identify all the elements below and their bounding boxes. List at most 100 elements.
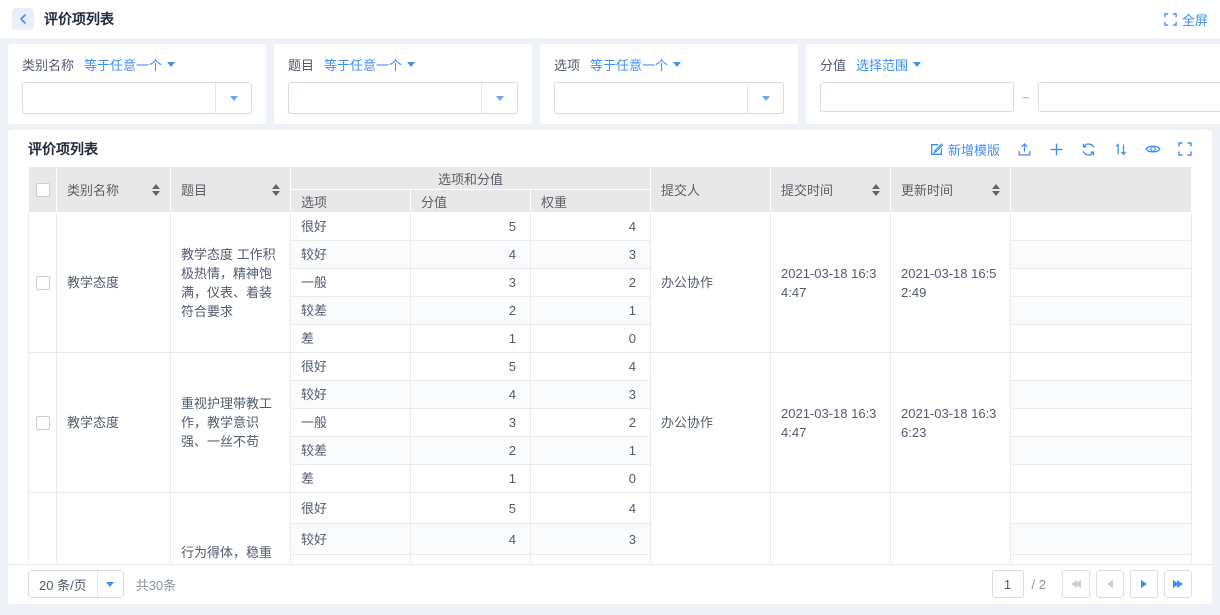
score-cell: 4 [411, 381, 531, 409]
trailing-cell [1011, 325, 1192, 353]
filter-condition-dropdown[interactable]: 等于任意一个 [84, 55, 175, 74]
score-cell: 3 [411, 269, 531, 297]
sort-caret-icon[interactable] [864, 184, 880, 196]
sort-caret-icon[interactable] [264, 184, 280, 196]
score-cell: 5 [411, 493, 531, 524]
question-select[interactable] [288, 82, 518, 114]
submit-time-cell: 2021-03-18 16:34:47 [771, 353, 891, 493]
row-checkbox[interactable] [36, 276, 50, 290]
page-size-value: 20 条/页 [29, 575, 97, 594]
trailing-cell [1011, 381, 1192, 409]
filter-label: 题目 [288, 55, 314, 74]
table-row: 行为得体，稳重大很好54 [29, 493, 1192, 524]
weight-cell: 0 [531, 325, 651, 353]
view-columns-icon[interactable] [1145, 141, 1161, 157]
sort-order-icon[interactable] [1113, 142, 1128, 157]
caret-down-icon [673, 62, 681, 67]
sort-caret-icon[interactable] [144, 184, 160, 196]
category-select[interactable] [22, 82, 252, 114]
option-cell: 较好 [291, 241, 411, 269]
table-card: 评价项列表 新增模版 [8, 130, 1212, 604]
trailing-cell [1011, 409, 1192, 437]
add-icon[interactable] [1049, 142, 1064, 157]
filter-label: 类别名称 [22, 55, 74, 74]
col-header-weight: 权重 [531, 190, 651, 213]
score-range-from-input[interactable] [820, 82, 1014, 112]
col-header-submit-time: 提交时间 [771, 167, 891, 213]
weight-cell: 1 [531, 437, 651, 465]
question-cell: 重视护理带教工作，教学意识强、一丝不苟 [171, 353, 291, 493]
score-range-to-input[interactable] [1038, 82, 1220, 112]
total-count: 共30条 [136, 575, 176, 594]
col-header-score: 分值 [411, 190, 531, 213]
last-page-button[interactable] [1164, 570, 1192, 598]
submitter-cell: 办公协作 [651, 353, 771, 493]
weight-cell: 3 [531, 241, 651, 269]
question-select-input[interactable] [289, 83, 481, 113]
select-dropdown-button[interactable] [481, 83, 517, 113]
weight-cell: 4 [531, 493, 651, 524]
row-select-cell [29, 493, 57, 565]
prev-page-button[interactable] [1096, 570, 1124, 598]
option-cell: 很好 [291, 213, 411, 241]
score-cell [411, 555, 531, 565]
row-checkbox[interactable] [36, 416, 50, 430]
table-fullscreen-icon[interactable] [1178, 142, 1192, 156]
page-fullscreen-button[interactable]: 全屏 [1164, 10, 1208, 29]
trailing-cell [1011, 465, 1192, 493]
trailing-cell [1011, 213, 1192, 241]
chevron-left-icon [17, 13, 29, 25]
refresh-icon[interactable] [1081, 142, 1096, 157]
filter-score: 分值 选择范围 ~ [806, 44, 1220, 124]
score-cell: 1 [411, 325, 531, 353]
back-button[interactable] [12, 8, 34, 30]
filter-condition-dropdown[interactable]: 等于任意一个 [324, 55, 415, 74]
col-header-submitter: 提交人 [651, 167, 771, 213]
select-dropdown-button[interactable] [747, 83, 783, 113]
option-select[interactable] [554, 82, 784, 114]
filter-label: 选项 [554, 55, 580, 74]
weight-cell: 0 [531, 465, 651, 493]
select-all-header [29, 167, 57, 213]
table-row: 教学态度重视护理带教工作，教学意识强、一丝不苟很好54办公协作2021-03-1… [29, 353, 1192, 381]
score-cell: 2 [411, 297, 531, 325]
table-header-row: 类别名称 题目 选项和分值 提交人 [29, 167, 1192, 190]
edit-template-icon [929, 142, 944, 157]
col-header-option: 选项 [291, 190, 411, 213]
current-page-input[interactable] [992, 570, 1024, 598]
category-select-input[interactable] [23, 83, 215, 113]
page-size-select[interactable]: 20 条/页 [28, 570, 124, 598]
category-cell: 教学态度 [57, 213, 171, 353]
new-template-button[interactable]: 新增模版 [929, 140, 1000, 159]
caret-down-icon [97, 571, 123, 597]
select-dropdown-button[interactable] [215, 83, 251, 113]
trailing-cell [1011, 269, 1192, 297]
filter-condition-dropdown[interactable]: 等于任意一个 [590, 55, 681, 74]
weight-cell: 2 [531, 409, 651, 437]
update-time-cell: 2021-03-18 16:52:49 [891, 213, 1011, 353]
filter-condition-dropdown[interactable]: 选择范围 [856, 55, 921, 74]
trailing-cell [1011, 524, 1192, 555]
option-cell: 较好 [291, 524, 411, 555]
first-page-button[interactable] [1062, 570, 1090, 598]
upload-icon[interactable] [1017, 142, 1032, 157]
score-cell: 4 [411, 241, 531, 269]
filter-category: 类别名称 等于任意一个 [8, 44, 266, 124]
next-page-button[interactable] [1130, 570, 1158, 598]
col-header-category: 类别名称 [57, 167, 171, 213]
option-cell [291, 555, 411, 565]
score-cell: 4 [411, 524, 531, 555]
table-body: 教学态度教学态度 工作积极热情，精神饱满，仪表、着装符合要求很好54办公协作20… [29, 213, 1192, 565]
submitter-cell [651, 493, 771, 565]
option-cell: 很好 [291, 353, 411, 381]
weight-cell: 3 [531, 524, 651, 555]
option-select-input[interactable] [555, 83, 747, 113]
caret-down-icon [407, 62, 415, 67]
score-cell: 1 [411, 465, 531, 493]
filter-bar: 类别名称 等于任意一个 题目 等于任意一个 选项 等于任意 [8, 44, 1212, 124]
sort-caret-icon[interactable] [984, 184, 1000, 196]
select-all-checkbox[interactable] [36, 183, 50, 197]
submit-time-cell [771, 493, 891, 565]
weight-cell: 4 [531, 213, 651, 241]
trailing-cell [1011, 297, 1192, 325]
